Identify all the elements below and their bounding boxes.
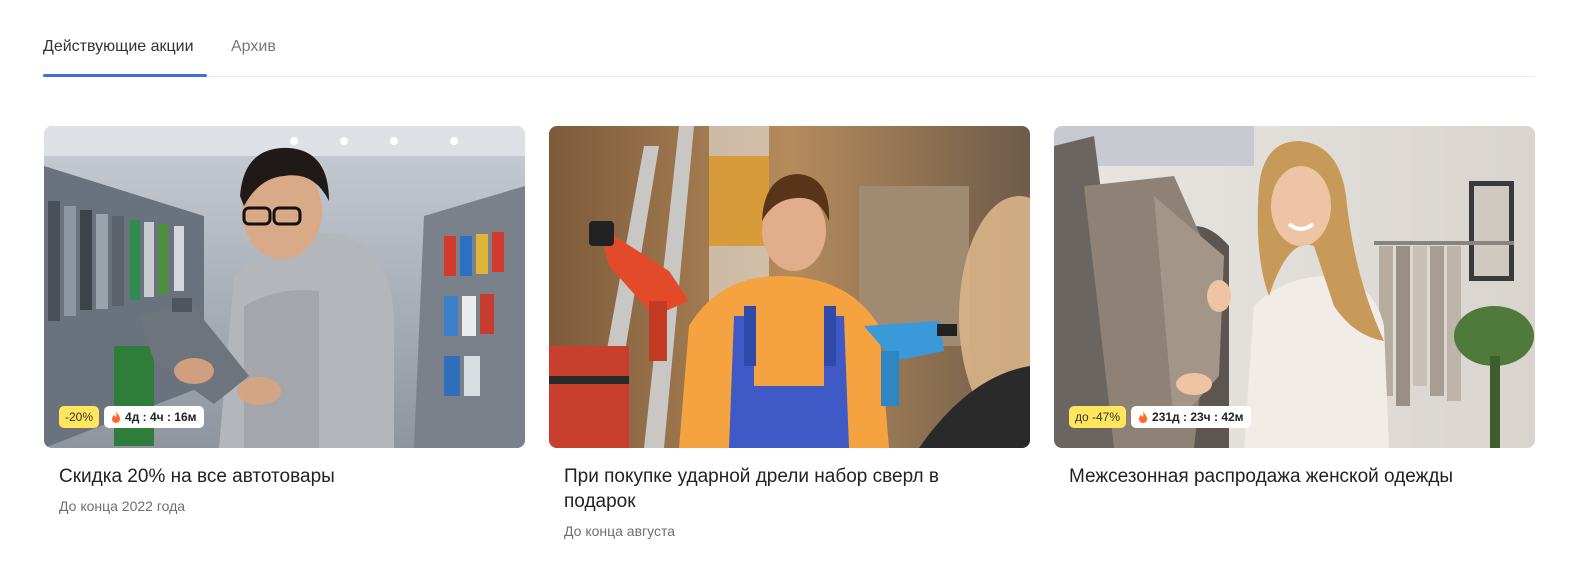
man-with-oil-canister-photo bbox=[44, 126, 525, 448]
promo-badges: до -47% 231д : 23ч : 42м bbox=[1069, 406, 1251, 428]
fire-icon bbox=[112, 411, 121, 423]
tab-active-promotions[interactable]: Действующие акции bbox=[43, 36, 194, 58]
woman-choosing-clothes-photo bbox=[1054, 126, 1535, 448]
discount-badge: -20% bbox=[59, 406, 100, 428]
promo-image-drill[interactable] bbox=[549, 126, 1030, 448]
timer-badge: 4д : 4ч : 16м bbox=[104, 406, 204, 428]
tab-archive[interactable]: Архив bbox=[231, 36, 276, 58]
promo-title[interactable]: При покупке ударной дрели набор сверл в … bbox=[564, 464, 1015, 514]
timer-badge: 231д : 23ч : 42м bbox=[1131, 406, 1251, 428]
discount-badge: до -47% bbox=[1069, 406, 1127, 428]
timer-text: 231д : 23ч : 42м bbox=[1152, 410, 1244, 424]
promo-title[interactable]: Межсезонная распродажа женской одежды bbox=[1069, 464, 1520, 489]
active-tab-indicator bbox=[43, 74, 207, 77]
promo-card-auto[interactable]: -20% 4д : 4ч : 16м Скидка 20% на все авт… bbox=[44, 126, 525, 515]
promo-badges: -20% 4д : 4ч : 16м bbox=[59, 406, 204, 428]
timer-text: 4д : 4ч : 16м bbox=[125, 410, 197, 424]
worker-with-drills-photo bbox=[549, 126, 1030, 448]
promo-card-drill[interactable]: При покупке ударной дрели набор сверл в … bbox=[549, 126, 1030, 540]
fire-icon bbox=[1139, 411, 1148, 423]
promo-tabs: Действующие акции Архив bbox=[43, 0, 1535, 77]
promo-card-clothes[interactable]: до -47% 231д : 23ч : 42м Межсезонная рас… bbox=[1054, 126, 1535, 489]
promo-image-auto[interactable]: -20% 4д : 4ч : 16м bbox=[44, 126, 525, 448]
promo-title[interactable]: Скидка 20% на все автотовары bbox=[59, 464, 510, 489]
promo-deadline: До конца августа bbox=[564, 523, 676, 539]
promo-deadline: До конца 2022 года bbox=[59, 498, 186, 514]
promo-image-clothes[interactable]: до -47% 231д : 23ч : 42м bbox=[1054, 126, 1535, 448]
